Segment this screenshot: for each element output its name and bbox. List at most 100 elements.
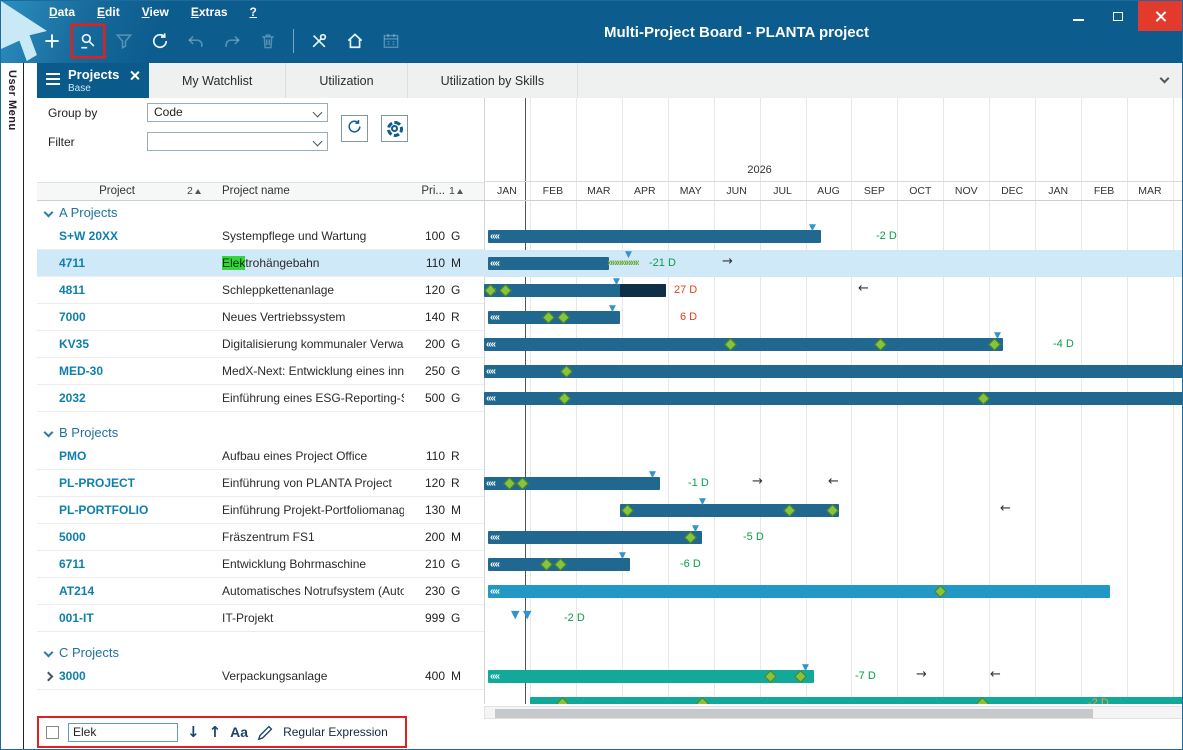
tools-button[interactable]: [304, 26, 334, 56]
project-code[interactable]: PL-PORTFOLIO: [59, 497, 148, 524]
menu-item-extras[interactable]: Extras: [191, 5, 228, 19]
maximize-button[interactable]: [1098, 1, 1138, 31]
filter-select[interactable]: [147, 132, 328, 151]
project-priority: 999: [405, 605, 445, 632]
scrollbar-thumb[interactable]: [495, 709, 1093, 718]
project-code[interactable]: 4711: [59, 250, 85, 277]
menu-item-data[interactable]: Data: [49, 5, 75, 19]
gantt-bar[interactable]: [484, 365, 1182, 378]
project-row[interactable]: 7000Ne­ues Vertriebssystem140R««▼6 D: [37, 304, 1182, 331]
project-row[interactable]: 4811Schleppkettenanlage120G««▼27 D←: [37, 277, 1182, 304]
refresh-button[interactable]: [145, 26, 175, 56]
project-row[interactable]: PL-PORTFOLIOEinführung Projekt-Portfolio…: [37, 497, 1182, 524]
user-menu-strip[interactable]: User Menu: [1, 63, 37, 749]
gantt-bar[interactable]: [488, 230, 821, 243]
delete-button[interactable]: [253, 26, 283, 56]
group-header[interactable]: B Projects: [37, 421, 1182, 443]
schedule-button[interactable]: [376, 26, 406, 56]
close-button[interactable]: [1138, 1, 1182, 31]
gantt-bar-critical[interactable]: [620, 284, 666, 297]
match-case-toggle[interactable]: Aa: [230, 724, 248, 740]
gantt-bar[interactable]: [530, 697, 1182, 704]
gantt-bar[interactable]: [488, 531, 702, 544]
project-code[interactable]: PL-PROJECT: [59, 470, 135, 497]
group-header[interactable]: A Projects: [37, 201, 1182, 223]
project-row[interactable]: 001-ITIT-Projekt999G▼▼-2 D: [37, 605, 1182, 632]
project-row[interactable]: 5000Fräszentrum FS1200M««▼-5 D: [37, 524, 1182, 551]
milestone-flag-icon[interactable]: ▼: [511, 608, 519, 621]
project-row[interactable]: 2032Einführung eines ESG-Reporting-Syste…: [37, 385, 1182, 412]
project-flag: G: [451, 223, 460, 250]
project-row[interactable]: 3000Verpackungsanlage400M««▼-7 D→←: [37, 663, 1182, 690]
collapse-icon[interactable]: [44, 207, 54, 217]
sort-indicator-project[interactable]: 2: [187, 185, 201, 197]
menu-item-help[interactable]: ?: [250, 5, 257, 19]
group-by-select[interactable]: Code: [147, 103, 328, 122]
project-code[interactable]: 001-IT: [59, 605, 94, 632]
gantt-bar[interactable]: [620, 504, 839, 517]
sort-indicator-priority[interactable]: 1: [449, 185, 463, 197]
project-flag: M: [451, 663, 461, 690]
col-priority[interactable]: Pri...: [405, 185, 445, 197]
minimize-button[interactable]: [1058, 1, 1098, 31]
project-code[interactable]: 6711: [59, 551, 85, 578]
project-row[interactable]: MED-30MedX-Next: Entwicklung eines innov…: [37, 358, 1182, 385]
search-button[interactable]: [73, 26, 103, 56]
continues-left-icon: ««: [490, 585, 499, 598]
find-next-icon[interactable]: ↓: [187, 723, 200, 741]
close-tab-icon[interactable]: [129, 70, 140, 81]
tab-my-watchlist[interactable]: My Watchlist: [149, 63, 286, 98]
project-row[interactable]: AT214Automatisches Notrufsystem (Autom..…: [37, 578, 1182, 605]
tab-utilization-by-skills[interactable]: Utilization by Skills: [408, 63, 579, 98]
project-code[interactable]: 5000: [59, 524, 86, 551]
menu-item-view[interactable]: View: [142, 5, 169, 19]
project-code[interactable]: 4811: [59, 277, 85, 304]
project-row[interactable]: PMOAufbau eines Project Office110R: [37, 443, 1182, 470]
project-row[interactable]: PL-PROJECTEinführung von PLANTA Project1…: [37, 470, 1182, 497]
project-code[interactable]: KV35: [59, 331, 89, 358]
tab-utilization[interactable]: Utilization: [286, 63, 407, 98]
gantt-bar[interactable]: [484, 338, 1003, 351]
gantt-bar[interactable]: [488, 257, 609, 270]
project-row[interactable]: -2 D: [37, 690, 1182, 704]
settings-button[interactable]: [381, 115, 408, 142]
project-code[interactable]: 3000: [59, 663, 86, 690]
menu-item-edit[interactable]: Edit: [97, 5, 120, 19]
project-code[interactable]: PMO: [59, 443, 86, 470]
project-code[interactable]: S+W 20XX: [59, 223, 118, 250]
search-input[interactable]: [68, 723, 178, 742]
project-row[interactable]: KV35Digitalisierung kommunaler Verwaltu.…: [37, 331, 1182, 358]
project-code[interactable]: AT214: [59, 578, 94, 605]
tab-projects[interactable]: Projects Base: [37, 63, 149, 98]
filter-button[interactable]: [109, 26, 139, 56]
col-project[interactable]: Project: [77, 185, 157, 197]
redo-button[interactable]: [217, 26, 247, 56]
home-button[interactable]: [340, 26, 370, 56]
project-code[interactable]: MED-30: [59, 358, 103, 385]
project-row[interactable]: S+W 20XXSystempflege und Wartung100G««▼-…: [37, 223, 1182, 250]
search-checkbox[interactable]: [46, 726, 59, 739]
undo-button[interactable]: [181, 26, 211, 56]
chevron-down-icon[interactable]: [1160, 74, 1170, 84]
gantt-bar[interactable]: [488, 585, 1110, 598]
regex-label[interactable]: Regular Expression: [283, 725, 388, 739]
group-header[interactable]: C Projects: [37, 641, 1182, 663]
highlight-icon[interactable]: [257, 724, 274, 741]
add-button[interactable]: [37, 26, 67, 56]
col-project-name[interactable]: Project name: [222, 185, 290, 197]
project-row[interactable]: 6711Entwicklung Bohrmaschine210G««▼-6 D: [37, 551, 1182, 578]
gantt-bar[interactable]: [484, 392, 1182, 405]
find-previous-icon[interactable]: ↑: [209, 723, 222, 741]
collapse-icon[interactable]: [44, 647, 54, 657]
milestone-flag-icon[interactable]: ▼: [523, 608, 531, 621]
collapse-icon[interactable]: [44, 427, 54, 437]
hamburger-menu-icon[interactable]: [46, 73, 60, 85]
horizontal-scrollbar[interactable]: [484, 706, 1182, 719]
expand-icon[interactable]: [44, 672, 54, 682]
refresh-layout-button[interactable]: [341, 115, 368, 142]
year-label: 2026: [747, 164, 771, 176]
project-row[interactable]: 4711Elektrohängebahn110M««»»»»»»»»▼-21 D…: [37, 250, 1182, 277]
project-code[interactable]: 7000: [59, 304, 86, 331]
project-flag: G: [451, 578, 460, 605]
project-code[interactable]: 2032: [59, 385, 86, 412]
